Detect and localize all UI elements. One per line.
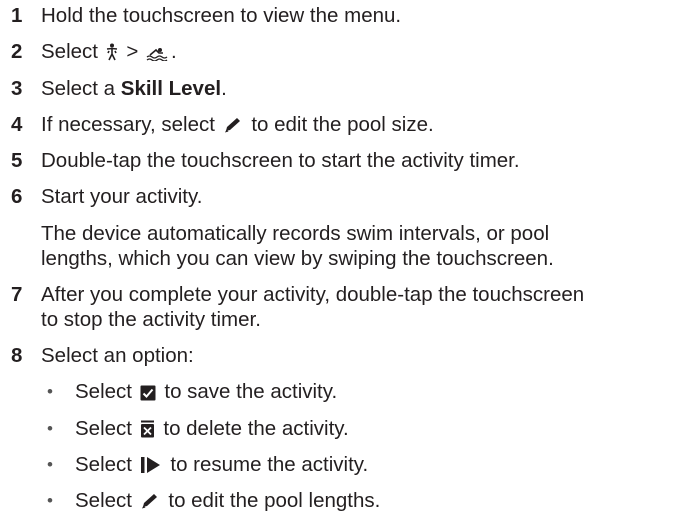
- delete-x-icon: [140, 420, 155, 443]
- step-number: 4: [11, 113, 23, 136]
- step-text-pre: Select: [41, 40, 104, 63]
- step-number: 2: [11, 40, 23, 63]
- swim-wave-icon: [146, 44, 168, 66]
- bullet: •: [47, 455, 53, 474]
- step-text: Start your activity.: [41, 185, 203, 208]
- swim-person-icon: [106, 43, 118, 66]
- step-text-post: .: [221, 77, 227, 100]
- bullet: •: [47, 491, 53, 510]
- bullet: •: [47, 419, 53, 438]
- step-text: Select an option:: [41, 344, 194, 367]
- step-separator: >: [120, 40, 145, 63]
- instruction-page: 1 Hold the touchscreen to view the menu.…: [0, 0, 682, 512]
- step-text-pre: Select a: [41, 77, 116, 100]
- option-text-post: to resume the activity.: [164, 453, 369, 476]
- option-text: Select to delete the activity.: [75, 418, 349, 443]
- step-text: If necessary, select to edit the pool si…: [41, 114, 434, 139]
- step-text: Select a Skill Level.: [41, 78, 227, 100]
- option-text-pre: Select: [75, 489, 138, 512]
- edit-pencil-icon: [140, 492, 160, 515]
- option-text-post: to delete the activity.: [157, 417, 349, 440]
- note-text: The device automatically records swim in…: [41, 222, 550, 245]
- option-text-post: to edit the pool lengths.: [162, 489, 381, 512]
- option-text-post: to save the activity.: [158, 380, 338, 403]
- edit-pencil-icon: [223, 116, 243, 139]
- option-text-pre: Select: [75, 380, 138, 403]
- option-text-pre: Select: [75, 453, 138, 476]
- step-number: 5: [11, 149, 23, 172]
- option-text: Select to save the activity.: [75, 381, 337, 406]
- step-text: Double-tap the touchscreen to start the …: [41, 149, 520, 172]
- step-text: to stop the activity timer.: [41, 308, 261, 331]
- option-text: Select to edit the pool lengths.: [75, 490, 380, 515]
- bullet: •: [47, 382, 53, 401]
- step-number: 3: [11, 77, 23, 100]
- step-number: 8: [11, 344, 23, 367]
- skill-level-label: Skill Level: [120, 77, 222, 100]
- step-number: 1: [11, 4, 23, 27]
- option-text: Select to resume the activity.: [75, 454, 368, 479]
- step-number: 7: [11, 283, 23, 306]
- resume-play-icon: [140, 456, 162, 479]
- step-text: Select > .: [41, 41, 177, 66]
- step-text-post: to edit the pool size.: [245, 113, 434, 136]
- save-check-icon: [140, 384, 156, 406]
- step-number: 6: [11, 185, 23, 208]
- step-text-pre: If necessary, select: [41, 113, 221, 136]
- note-text: lengths, which you can view by swiping t…: [41, 247, 554, 270]
- step-text: After you complete your activity, double…: [41, 283, 585, 306]
- step-text: Hold the touchscreen to view the menu.: [41, 4, 402, 27]
- option-text-pre: Select: [75, 417, 138, 440]
- step-text-post: .: [171, 40, 177, 63]
